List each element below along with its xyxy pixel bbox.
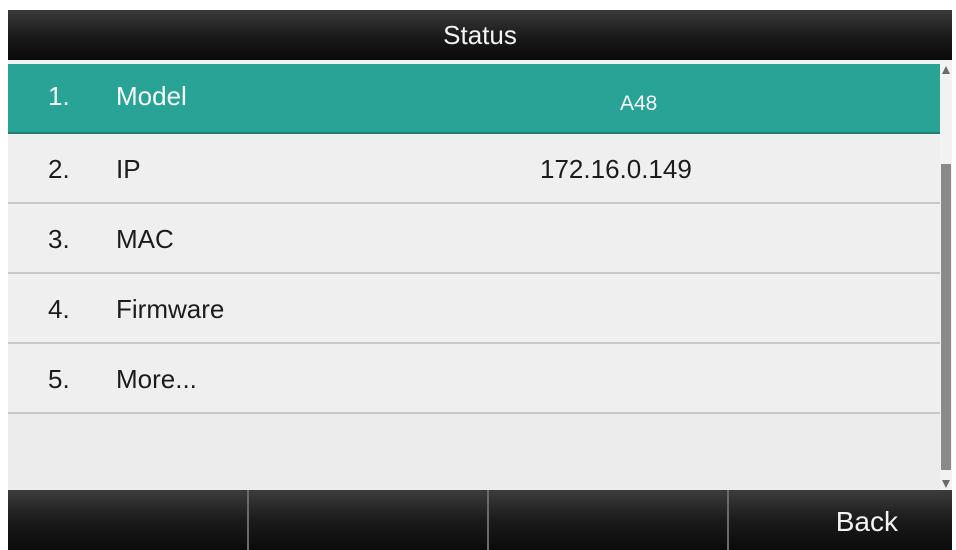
- back-button[interactable]: Back: [728, 490, 952, 550]
- menu-item-ip[interactable]: 2. IP 172.16.0.149: [8, 134, 940, 204]
- menu-item-label: Model: [116, 81, 187, 111]
- menu-item-value: A48: [620, 92, 658, 115]
- softkey-2[interactable]: [248, 490, 488, 550]
- menu-item-label: More...: [116, 364, 197, 394]
- menu-item-label: MAC: [116, 224, 174, 254]
- menu-item-value: 172.16.0.149: [540, 154, 692, 184]
- menu-item-mac[interactable]: 3. MAC: [8, 204, 940, 274]
- menu-item-number: 3.: [48, 224, 70, 254]
- menu-item-firmware[interactable]: 4. Firmware: [8, 274, 940, 344]
- softkey-1[interactable]: [8, 490, 248, 550]
- page-title: Status: [8, 10, 952, 60]
- scroll-down-arrow-icon[interactable]: [942, 480, 950, 488]
- menu-item-label: IP: [116, 154, 141, 184]
- menu-item-number: 4.: [48, 294, 70, 324]
- menu-item-number: 1.: [48, 81, 70, 111]
- scrollbar[interactable]: [940, 64, 952, 490]
- empty-row: [8, 414, 940, 484]
- status-menu-list: 1. Model A48 2. IP 172.16.0.149 3. MAC 4…: [8, 64, 940, 490]
- menu-item-label: Firmware: [116, 294, 225, 324]
- menu-item-number: 2.: [48, 154, 70, 184]
- softkey-3[interactable]: [488, 490, 728, 550]
- menu-item-number: 5.: [48, 364, 70, 394]
- menu-item-model[interactable]: 1. Model A48: [8, 64, 940, 134]
- scroll-thumb[interactable]: [941, 164, 951, 470]
- scroll-up-arrow-icon[interactable]: [942, 66, 950, 74]
- phone-screen: Status 1. Model A48 2. IP 172.16.0.149 3…: [8, 10, 952, 550]
- menu-item-more[interactable]: 5. More...: [8, 344, 940, 414]
- softkey-bar: Back: [8, 490, 952, 550]
